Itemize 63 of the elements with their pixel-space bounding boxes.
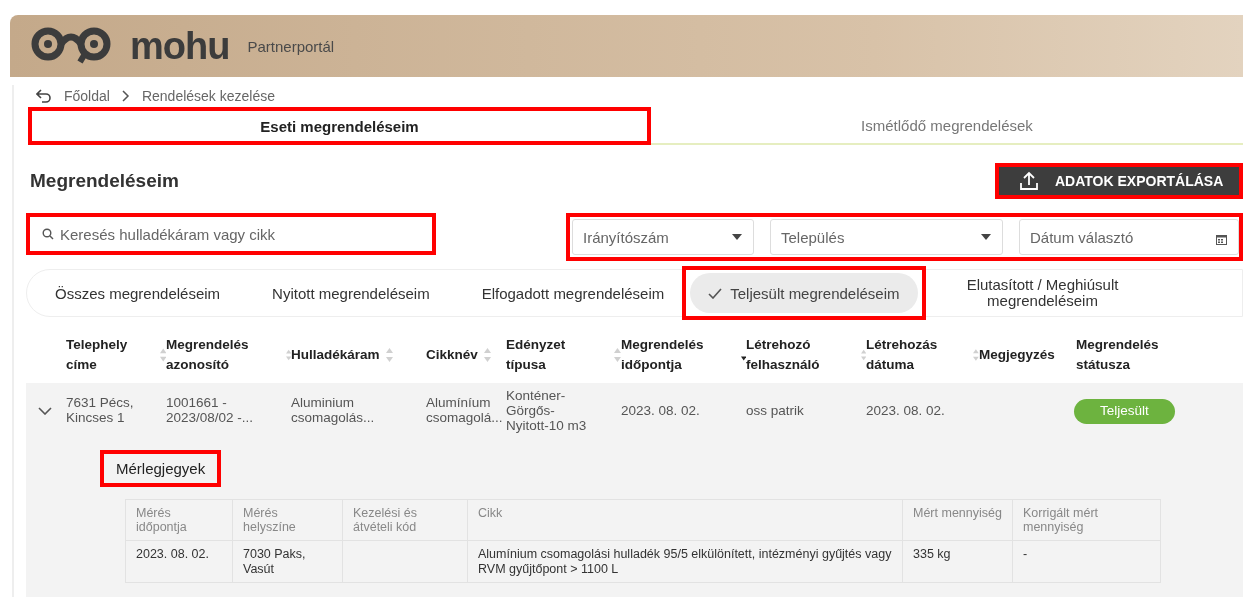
status-filter-chip[interactable]: Nyitott megrendeléseim (262, 273, 440, 313)
tab[interactable]: Eseti megrendeléseim (28, 107, 651, 145)
sort-icon[interactable] (860, 348, 866, 362)
sort-icon[interactable] (614, 348, 621, 362)
checkmark-icon (708, 287, 723, 299)
sort-icon[interactable] (483, 348, 491, 362)
dropdown-field[interactable]: Település (770, 219, 1003, 255)
table-cell: - (1023, 547, 1028, 562)
page-title: Megrendeléseim (30, 170, 179, 192)
back-icon[interactable] (36, 89, 52, 103)
table-cell: 2023. 08. 02. (866, 402, 945, 418)
dropdown-field[interactable]: Irányítószám (572, 219, 754, 255)
column-header: Edényzet típusa (506, 336, 567, 374)
column-header: Cikk (478, 505, 503, 520)
column-header: Cikknév (426, 346, 478, 365)
expand-chevron-icon[interactable] (38, 407, 52, 416)
brand-name: mohu (130, 24, 230, 68)
search-icon (42, 228, 54, 240)
breadcrumb-link[interactable]: Rendelések kezelése (141, 88, 275, 104)
breadcrumb-link[interactable]: Főoldal (64, 88, 110, 104)
table-cell: oss patrik (746, 402, 804, 418)
sort-icon[interactable] (385, 348, 393, 362)
column-header: Kezelési és átvételi kód (353, 505, 417, 534)
date-field[interactable]: Dátum választó (1019, 219, 1239, 255)
sort-icon[interactable] (159, 348, 166, 362)
table-cell: 2023. 08. 02. (621, 402, 700, 418)
section-title: Mérlegjegyek (100, 449, 222, 487)
dropdown-caret-icon[interactable] (981, 234, 991, 240)
column-header: Hulladékáram (291, 346, 380, 365)
status-badge: Teljesült (1074, 398, 1175, 424)
column-header: Megrendelés időpontja (621, 336, 705, 374)
sort-icon[interactable] (285, 348, 291, 362)
upload-icon (1019, 171, 1039, 191)
status-filter-chip[interactable]: Elfogadott megrendeléseim (471, 273, 675, 313)
column-header: Létrehozó felhasználó (746, 336, 821, 374)
column-header: Megrendelés státusza (1076, 336, 1160, 374)
status-filter-chip[interactable]: Elutasított / Meghiúsult megrendeléseim (937, 273, 1148, 313)
column-header: Megrendelés azonosító (166, 336, 250, 374)
column-header: Mérés helyszíne (243, 505, 296, 534)
column-header: Létrehozás dátuma (866, 336, 939, 374)
chevron-right-icon (121, 90, 130, 102)
column-header: Mérés időpontja (136, 505, 187, 534)
calendar-icon[interactable] (1216, 234, 1227, 245)
table-cell: Alumíníum csomagolá... (426, 395, 503, 426)
dropdown-caret-icon[interactable] (732, 234, 742, 240)
table-cell: Aluminium csomagolás... (291, 395, 375, 426)
search-field[interactable]: Keresés hulladékáram vagy cikk (26, 213, 436, 255)
table-cell: 7030 Paks, Vasút (243, 547, 306, 576)
table-cell: 1001661 - 2023/08/02 -... (166, 395, 254, 426)
column-header: Telephely címe (66, 336, 129, 374)
status-filter-chip[interactable]: Összes megrendeléseim (45, 273, 231, 313)
portal-name: Partnerportál (247, 37, 335, 55)
table-cell: Konténer-Görgős-Nyitott-10 m3 (506, 388, 587, 433)
table-cell: 7631 Pécs, Kincses 1 (66, 395, 134, 426)
table-cell: Alumínium csomagolási hulladék 95/5 elkülönített, intézményi gyűjtés vagy RVM gyűjtőpont > 1100 L (478, 547, 892, 576)
table-cell: 335 kg (913, 547, 951, 562)
export-button[interactable]: ADATOK EXPORTÁLÁSA (995, 163, 1243, 199)
sort-icon[interactable] (973, 348, 979, 362)
column-header: Korrigált mért mennyiség (1023, 505, 1099, 534)
table-cell: 2023. 08. 02. (136, 547, 209, 562)
column-header: Megjegyzés (979, 346, 1055, 365)
column-header: Mért mennyiség (913, 505, 1002, 520)
status-filter-chip[interactable]: Teljesült megrendeléseim (682, 266, 926, 320)
